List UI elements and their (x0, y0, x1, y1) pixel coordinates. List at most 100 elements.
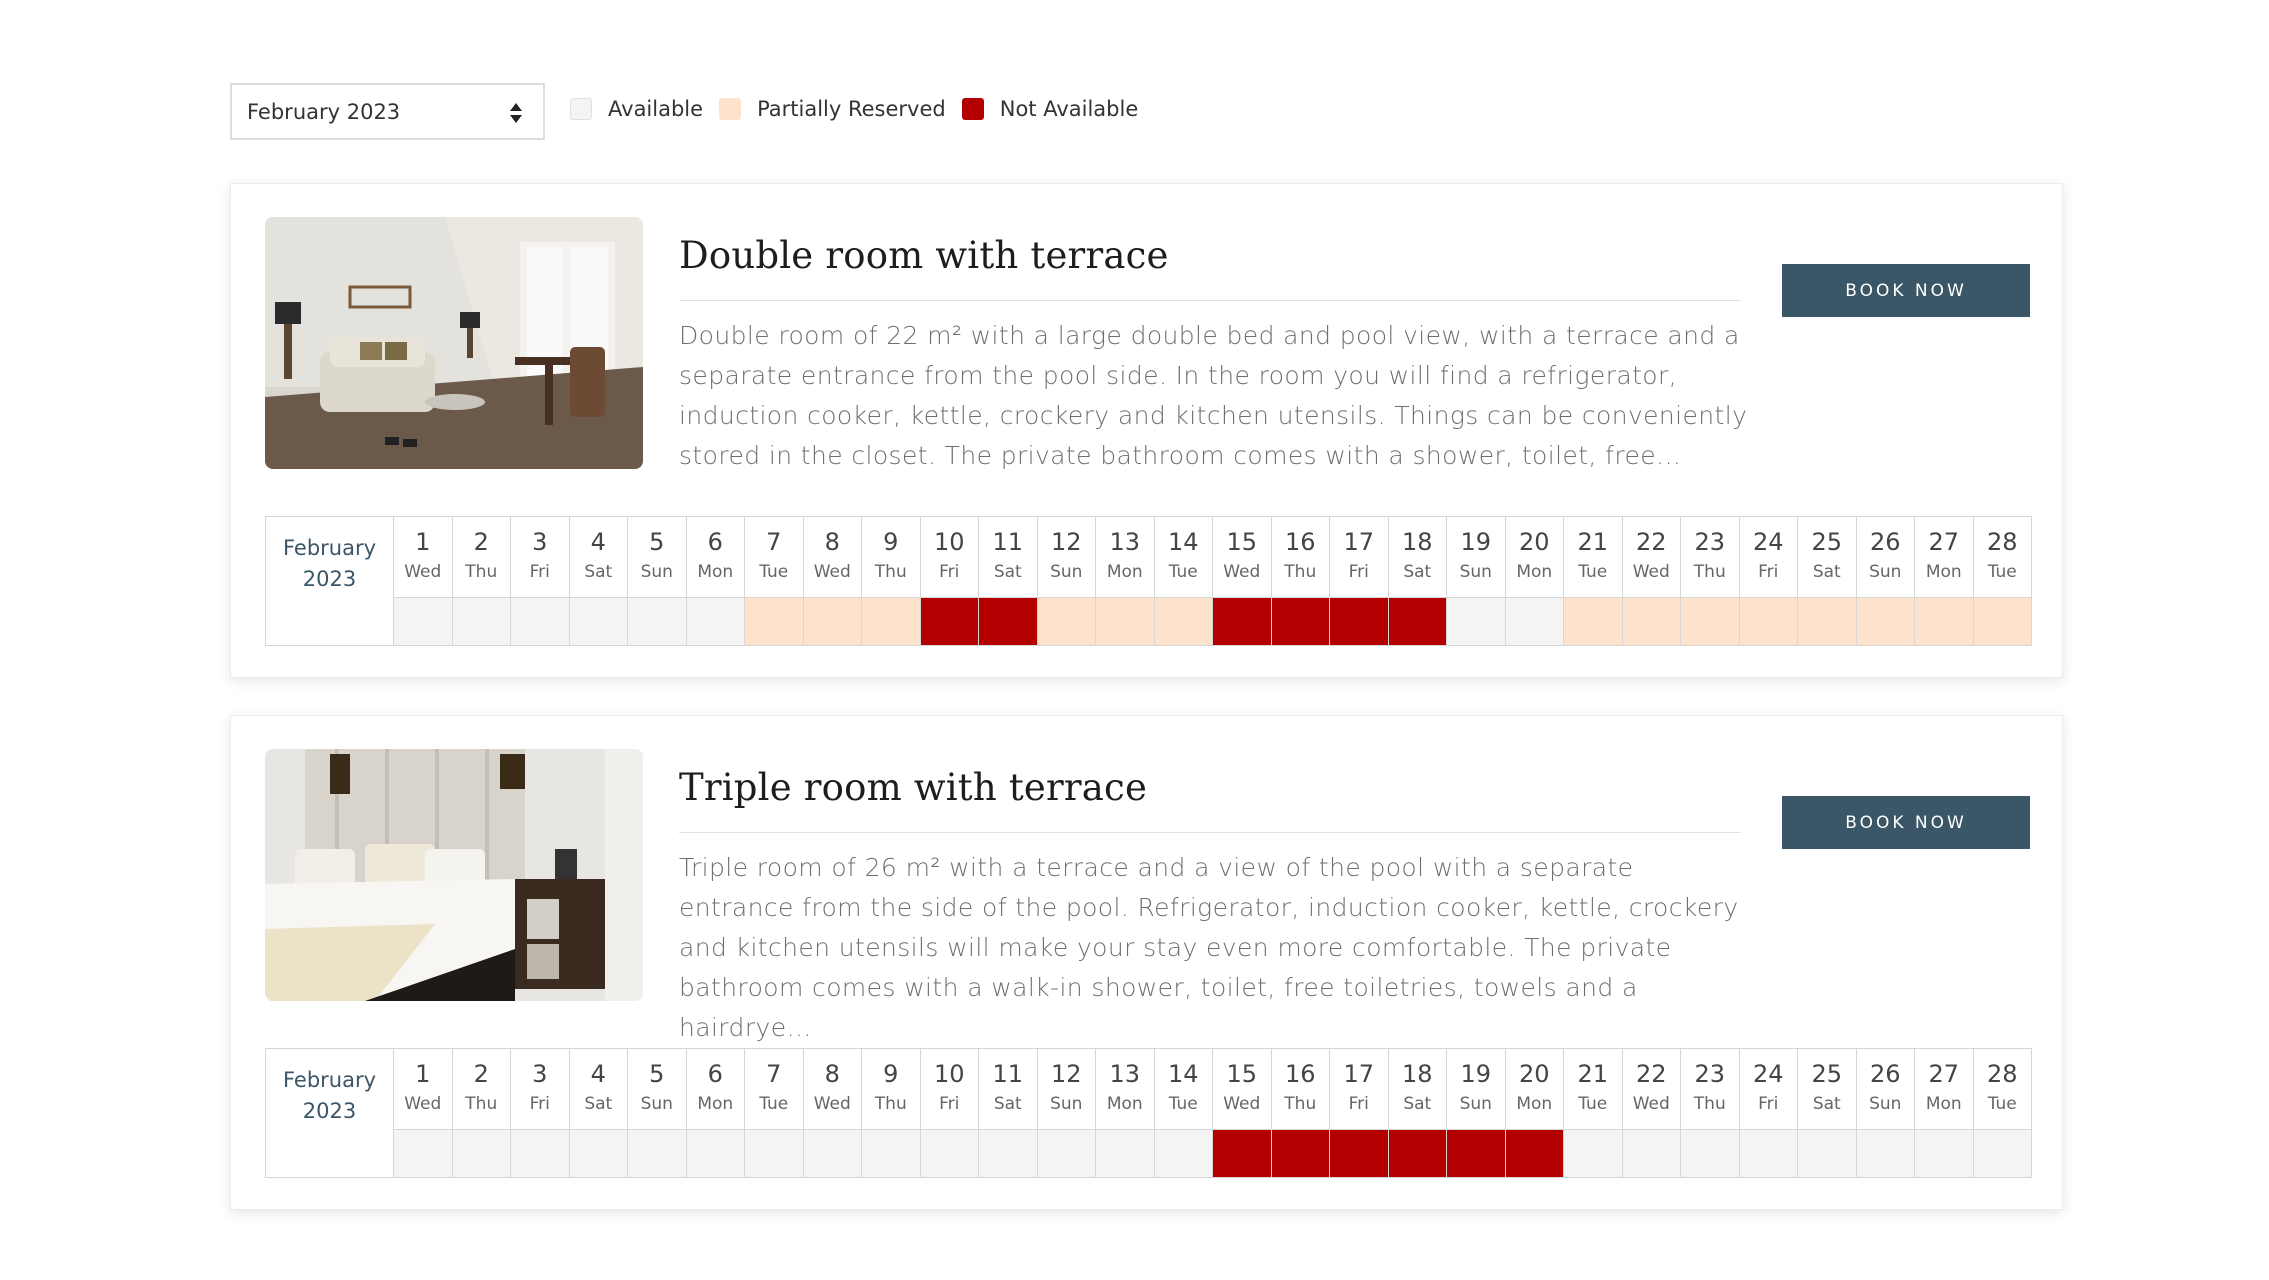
availability-cell-available[interactable] (1447, 597, 1505, 645)
availability-cell-available[interactable] (569, 1129, 627, 1177)
calendar-day-header: 1 Wed (394, 1049, 452, 1129)
availability-cell-available[interactable] (1622, 1129, 1680, 1177)
availability-cell-available[interactable] (1856, 1129, 1914, 1177)
day-weekday: Thu (874, 1094, 907, 1114)
day-number: 25 (1811, 528, 1843, 556)
room-photo[interactable] (265, 217, 643, 469)
availability-cell-partial[interactable] (745, 597, 803, 645)
book-now-button[interactable]: BOOK NOW (1782, 264, 2030, 317)
day-number: 20 (1518, 1060, 1550, 1088)
day-weekday: Sun (1050, 562, 1083, 582)
availability-cell-partial[interactable] (1915, 597, 1973, 645)
availability-cell-booked[interactable] (1330, 597, 1388, 645)
day-weekday: Mon (1106, 1094, 1143, 1114)
availability-cell-booked[interactable] (1330, 1129, 1388, 1177)
availability-cell-available[interactable] (1915, 1129, 1973, 1177)
calendar-day: 19 Sun (1447, 1049, 1506, 1177)
room-title: Triple room with terrace (679, 766, 1148, 809)
day-number: 6 (707, 1060, 723, 1088)
availability-cell-available[interactable] (628, 1129, 686, 1177)
availability-cell-partial[interactable] (1798, 597, 1856, 645)
availability-cell-available[interactable] (979, 1129, 1037, 1177)
availability-cell-booked[interactable] (1388, 1129, 1446, 1177)
day-weekday: Sun (1869, 562, 1902, 582)
availability-cell-available[interactable] (1505, 597, 1563, 645)
availability-cell-available[interactable] (1973, 1129, 2031, 1177)
availability-cell-partial[interactable] (1622, 597, 1680, 645)
availability-cell-partial[interactable] (1856, 597, 1914, 645)
day-number: 4 (590, 1060, 606, 1088)
availability-cell-available[interactable] (1681, 1129, 1739, 1177)
room-card: Triple room with terrace Triple room of … (230, 715, 2063, 1210)
availability-cell-available[interactable] (394, 597, 452, 645)
availability-cell-partial[interactable] (862, 597, 920, 645)
availability-cell-partial[interactable] (1037, 597, 1095, 645)
availability-cell-available[interactable] (511, 597, 569, 645)
availability-cell-available[interactable] (1739, 1129, 1797, 1177)
day-weekday: Mon (697, 562, 734, 582)
availability-cell-booked[interactable] (1271, 1129, 1329, 1177)
calendar-day-header: 14 Tue (1155, 1049, 1213, 1129)
day-number: 12 (1050, 1060, 1082, 1088)
availability-cell-available[interactable] (1564, 1129, 1622, 1177)
day-number: 11 (992, 1060, 1024, 1088)
availability-cell-booked[interactable] (920, 597, 978, 645)
availability-cell-booked[interactable] (1213, 597, 1271, 645)
availability-cell-available[interactable] (1096, 1129, 1154, 1177)
availability-cell-partial[interactable] (1739, 597, 1797, 645)
day-weekday: Tue (1578, 562, 1608, 582)
availability-cell-booked[interactable] (1271, 597, 1329, 645)
availability-cell-partial[interactable] (1973, 597, 2031, 645)
day-weekday: Tue (1578, 1094, 1608, 1114)
day-number: 9 (883, 528, 899, 556)
calendar-day: 21 Tue (1564, 1049, 1623, 1177)
day-weekday: Thu (874, 562, 907, 582)
availability-cell-available[interactable] (862, 1129, 920, 1177)
availability-cell-available[interactable] (628, 597, 686, 645)
calendar-day-header: 27 Mon (1915, 1049, 1973, 1129)
calendar-day: 20 Mon (1505, 517, 1564, 645)
availability-cell-available[interactable] (745, 1129, 803, 1177)
availability-cell-partial[interactable] (1154, 597, 1212, 645)
legend-label: Not Available (999, 97, 1139, 121)
availability-cell-partial[interactable] (1564, 597, 1622, 645)
calendar-day-header: 22 Wed (1623, 1049, 1681, 1129)
availability-cell-available[interactable] (686, 1129, 744, 1177)
calendar-month-label: February 2023 (266, 1049, 394, 1177)
book-now-button[interactable]: BOOK NOW (1782, 796, 2030, 849)
availability-cell-available[interactable] (1154, 1129, 1212, 1177)
availability-cell-available[interactable] (803, 1129, 861, 1177)
availability-cell-available[interactable] (1798, 1129, 1856, 1177)
availability-cell-booked[interactable] (1388, 597, 1446, 645)
availability-cell-available[interactable] (569, 597, 627, 645)
calendar-day-header: 5 Sun (628, 517, 686, 597)
room-photo[interactable] (265, 749, 643, 1001)
calendar-day-header: 18 Sat (1389, 517, 1447, 597)
calendar-day-header: 20 Mon (1506, 1049, 1564, 1129)
availability-cell-booked[interactable] (979, 597, 1037, 645)
availability-cell-available[interactable] (1037, 1129, 1095, 1177)
day-weekday: Thu (1284, 562, 1317, 582)
month-select[interactable]: February 2023 (230, 83, 545, 140)
availability-cell-available[interactable] (511, 1129, 569, 1177)
calendar-day: 18 Sat (1388, 517, 1447, 645)
availability-cell-partial[interactable] (1096, 597, 1154, 645)
availability-cell-booked[interactable] (1213, 1129, 1271, 1177)
availability-cell-available[interactable] (394, 1129, 452, 1177)
availability-cell-booked[interactable] (1505, 1129, 1563, 1177)
availability-cell-available[interactable] (452, 597, 510, 645)
availability-cell-available[interactable] (920, 1129, 978, 1177)
day-weekday: Tue (1168, 1094, 1198, 1114)
calendar-day: 14 Tue (1154, 517, 1213, 645)
day-number: 28 (1986, 528, 2018, 556)
availability-cell-partial[interactable] (1681, 597, 1739, 645)
availability-cell-booked[interactable] (1447, 1129, 1505, 1177)
legend-available: Available (570, 97, 703, 121)
calendar-day: 6 Mon (686, 517, 745, 645)
calendar-day: 23 Thu (1681, 517, 1740, 645)
calendar-day: 1 Wed (394, 517, 453, 645)
availability-cell-partial[interactable] (803, 597, 861, 645)
availability-cell-available[interactable] (452, 1129, 510, 1177)
room-photo-image (265, 749, 643, 1001)
availability-cell-available[interactable] (686, 597, 744, 645)
